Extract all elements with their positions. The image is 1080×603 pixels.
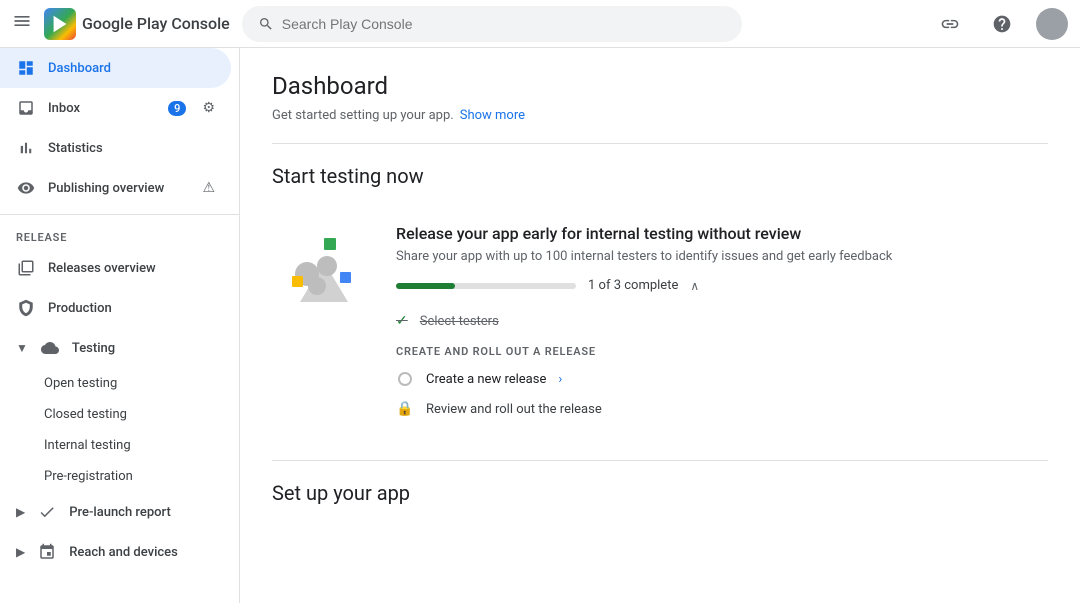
show-more-link[interactable]: Show more xyxy=(460,108,525,123)
card-desc: Share your app with up to 100 internal t… xyxy=(396,249,1048,264)
cta-section-label: CREATE AND ROLL OUT A RELEASE xyxy=(396,345,1048,358)
lock-icon: 🔒 xyxy=(396,401,413,417)
sidebar-divider-1 xyxy=(0,214,239,215)
divider-1 xyxy=(272,143,1048,144)
sidebar-item-inbox[interactable]: Inbox 9 ⚙ xyxy=(0,88,231,128)
testing-icon xyxy=(40,338,60,358)
app-logo: Google Play Console xyxy=(44,8,230,40)
progress-bar-bg xyxy=(396,283,576,289)
sidebar-item-production[interactable]: Production xyxy=(0,288,231,328)
sidebar-item-dashboard[interactable]: Dashboard xyxy=(0,48,231,88)
publishing-overview-label: Publishing overview xyxy=(48,181,164,196)
sidebar-item-publishing-overview[interactable]: Publishing overview ⚠ xyxy=(0,168,231,208)
sidebar-item-statistics[interactable]: Statistics xyxy=(0,128,231,168)
circle-indicator xyxy=(398,372,412,386)
cta-circle-icon xyxy=(396,370,414,388)
topbar-actions xyxy=(932,6,1068,42)
step-1: ✓ Select testers xyxy=(396,307,1048,335)
reach-devices-label: Reach and devices xyxy=(69,545,178,560)
search-input[interactable] xyxy=(282,16,726,32)
inbox-label: Inbox xyxy=(48,101,80,116)
main-content: Dashboard Get started setting up your ap… xyxy=(240,48,1080,603)
testing-label: Testing xyxy=(72,341,115,356)
divider-2 xyxy=(272,460,1048,461)
pre-launch-icon xyxy=(37,502,57,522)
release-section-label: Release xyxy=(0,221,239,248)
inbox-icon xyxy=(16,98,36,118)
publishing-alert-icon: ⚠ xyxy=(202,180,215,196)
logo-image xyxy=(44,8,76,40)
dashboard-label: Dashboard xyxy=(48,61,111,76)
inbox-settings-icon: ⚙ xyxy=(202,100,215,116)
statistics-icon xyxy=(16,138,36,158)
search-bar[interactable] xyxy=(242,6,742,42)
testing-illustration xyxy=(272,224,372,314)
link-icon-button[interactable] xyxy=(932,6,968,42)
step-1-label: Select testers xyxy=(420,314,499,329)
sidebar-item-open-testing[interactable]: Open testing xyxy=(0,368,231,399)
setup-title: Set up your app xyxy=(272,481,1048,505)
card-title: Release your app early for internal test… xyxy=(396,224,1048,243)
cta-create-release[interactable]: Create a new release › xyxy=(396,364,1048,394)
progress-bar-fill xyxy=(396,283,455,289)
sidebar-item-releases-overview[interactable]: Releases overview xyxy=(0,248,231,288)
sidebar-item-testing[interactable]: ▼ Testing xyxy=(0,328,231,368)
app-name: Google Play Console xyxy=(82,14,230,33)
sidebar: Dashboard Inbox 9 ⚙ Statistics Publishin… xyxy=(0,48,240,603)
menu-icon[interactable] xyxy=(12,11,32,36)
topbar: Google Play Console xyxy=(0,0,1080,48)
progress-chevron-icon[interactable]: ∧ xyxy=(690,279,699,293)
user-avatar[interactable] xyxy=(1036,8,1068,40)
releases-icon xyxy=(16,258,36,278)
cta-1-label: Create a new release xyxy=(426,372,546,387)
publishing-icon xyxy=(16,178,36,198)
pre-launch-expand-icon: ▶ xyxy=(16,505,25,519)
pre-registration-label: Pre-registration xyxy=(44,469,133,484)
body-layout: Dashboard Inbox 9 ⚙ Statistics Publishin… xyxy=(0,48,1080,603)
internal-testing-label: Internal testing xyxy=(44,438,131,453)
open-testing-label: Open testing xyxy=(44,376,117,391)
sidebar-item-reach-devices[interactable]: ▶ Reach and devices xyxy=(0,532,231,572)
page-title: Dashboard xyxy=(272,72,1048,100)
inbox-badge: 9 xyxy=(168,101,186,116)
releases-overview-label: Releases overview xyxy=(48,261,156,276)
sidebar-item-pre-registration[interactable]: Pre-registration xyxy=(0,461,231,492)
cta-1-arrow: › xyxy=(558,372,562,387)
cta-lock-icon: 🔒 xyxy=(396,400,414,418)
search-icon xyxy=(258,16,274,32)
production-label: Production xyxy=(48,301,112,316)
cta-2-label: Review and roll out the release xyxy=(426,402,602,417)
pre-launch-report-label: Pre-launch report xyxy=(69,505,171,520)
sidebar-item-closed-testing[interactable]: Closed testing xyxy=(0,399,231,430)
reach-icon xyxy=(37,542,57,562)
progress-label: 1 of 3 complete xyxy=(588,278,678,293)
page-subtitle: Get started setting up your app. Show mo… xyxy=(272,108,1048,123)
step-check-icon: ✓ xyxy=(396,313,408,329)
start-testing-title: Start testing now xyxy=(272,164,1048,188)
testing-expand-icon: ▼ xyxy=(16,341,28,355)
dashboard-icon xyxy=(16,58,36,78)
sidebar-item-pre-launch-report[interactable]: ▶ Pre-launch report xyxy=(0,492,231,532)
statistics-label: Statistics xyxy=(48,141,103,156)
testing-card: Release your app early for internal test… xyxy=(272,208,1048,440)
testing-card-body: Release your app early for internal test… xyxy=(396,224,1048,424)
cta-review-release: 🔒 Review and roll out the release xyxy=(396,394,1048,424)
progress-row: 1 of 3 complete ∧ xyxy=(396,278,1048,293)
reach-expand-icon: ▶ xyxy=(16,545,25,559)
production-icon xyxy=(16,298,36,318)
help-icon-button[interactable] xyxy=(984,6,1020,42)
closed-testing-label: Closed testing xyxy=(44,407,127,422)
subtitle-text: Get started setting up your app. xyxy=(272,108,454,123)
sidebar-item-internal-testing[interactable]: Internal testing xyxy=(0,430,231,461)
